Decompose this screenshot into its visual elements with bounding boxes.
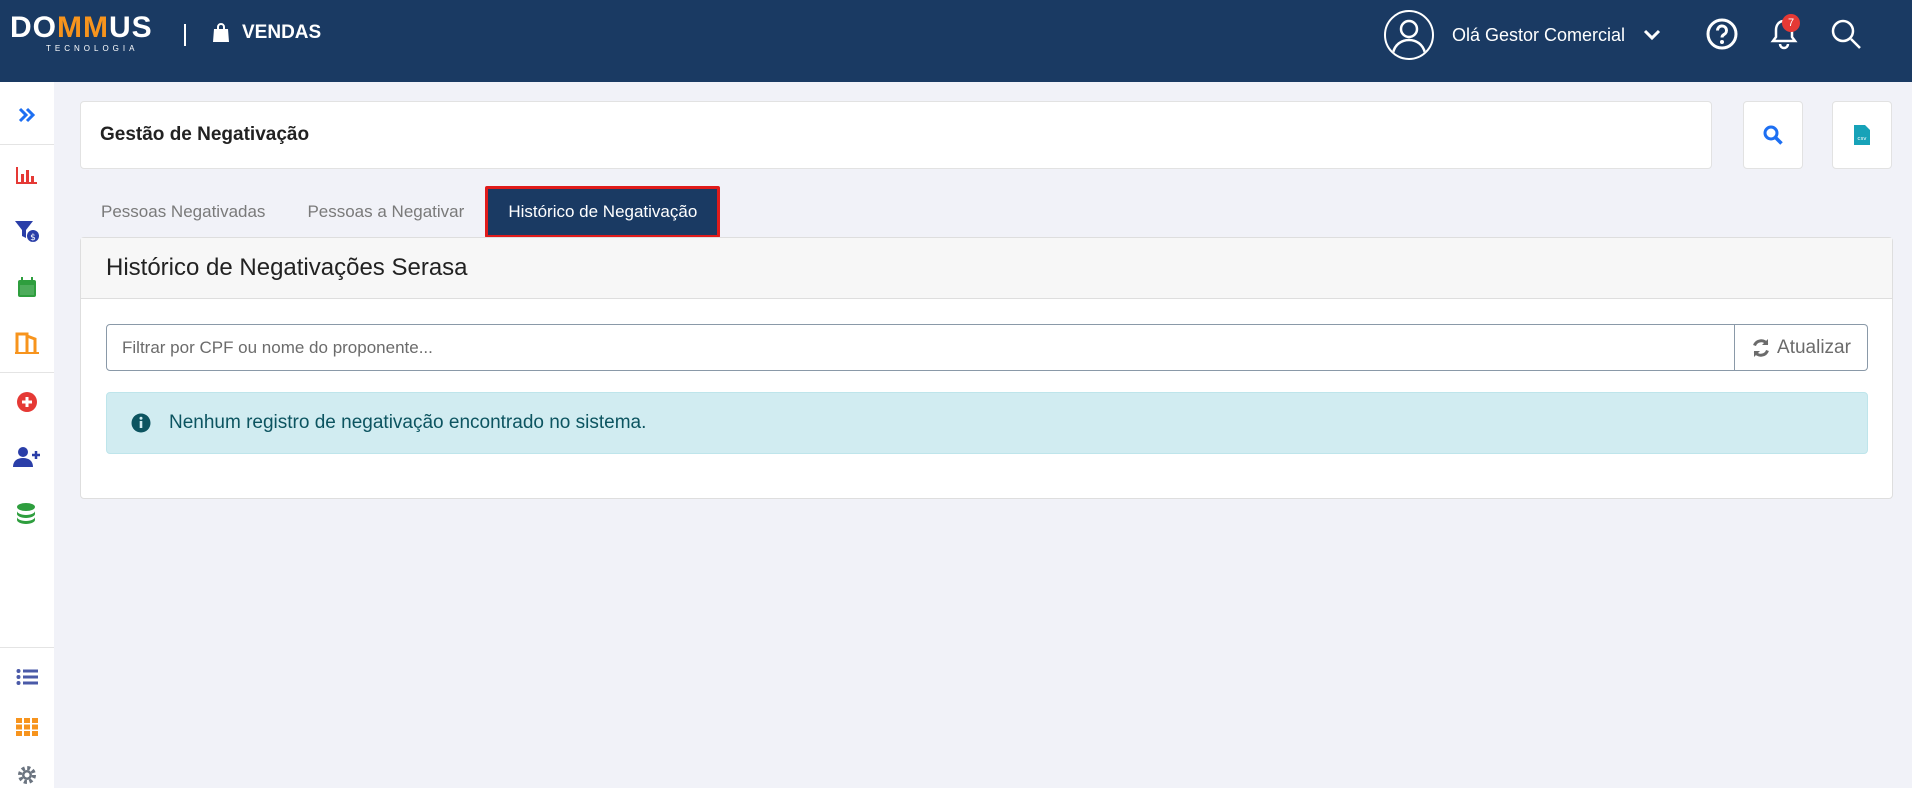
export-csv-button[interactable]: csv: [1832, 101, 1892, 169]
filter-money-icon: $: [15, 221, 39, 243]
search-icon: [1763, 125, 1783, 145]
filter-input[interactable]: [106, 324, 1735, 371]
top-bar: DOMMUS TECNOLOGIA VENDAS Olá Gestor Come…: [0, 0, 1912, 82]
user-greeting: Olá Gestor Comercial: [1452, 24, 1626, 45]
plus-circle-icon: [17, 392, 37, 412]
brand-name: DOMMUS: [10, 11, 153, 44]
sidebar-item-add-user[interactable]: [10, 440, 44, 474]
help-button[interactable]: [1704, 16, 1740, 52]
module-selector[interactable]: VENDAS: [212, 22, 321, 44]
csv-file-icon: csv: [1854, 125, 1870, 145]
sidebar: $: [0, 82, 54, 788]
double-chevron-right-icon: [18, 107, 36, 123]
shopping-bag-icon: [213, 23, 229, 42]
empty-state-message: Nenhum registro de negativação encontrad…: [169, 412, 647, 433]
question-circle-icon: [1706, 18, 1738, 50]
refresh-label: Atualizar: [1777, 336, 1851, 358]
sidebar-item-list[interactable]: [10, 660, 44, 694]
sidebar-expand-button[interactable]: [10, 98, 44, 132]
refresh-icon: [1753, 338, 1769, 357]
sidebar-item-exit[interactable]: [10, 326, 44, 360]
sidebar-divider: [0, 144, 54, 145]
page-title: Gestão de Negativação: [100, 124, 310, 145]
sidebar-divider: [0, 372, 54, 373]
panel-title: Histórico de Negativações Serasa: [81, 238, 1892, 299]
header-divider: [184, 24, 186, 46]
search-button[interactable]: [1743, 101, 1803, 169]
global-search-button[interactable]: [1828, 16, 1864, 52]
sidebar-item-finance[interactable]: [10, 496, 44, 530]
history-panel: Histórico de Negativações Serasa Atualiz…: [80, 237, 1893, 499]
tab-bar: Pessoas Negativadas Pessoas a Negativar …: [80, 186, 721, 238]
sidebar-item-apps[interactable]: [10, 710, 44, 744]
filter-bar: Atualizar: [106, 324, 1868, 371]
tab-historico-de-negativacao[interactable]: Histórico de Negativação: [485, 186, 721, 238]
notification-badge: 7: [1782, 14, 1800, 32]
sidebar-item-settings[interactable]: [10, 758, 44, 788]
search-icon: [1831, 19, 1861, 49]
sidebar-item-calendar[interactable]: [10, 270, 44, 304]
calendar-icon: [18, 277, 36, 297]
grid-icon: [16, 718, 38, 736]
tab-pessoas-negativadas[interactable]: Pessoas Negativadas: [80, 186, 286, 238]
chevron-down-icon: [1644, 29, 1661, 41]
refresh-button[interactable]: Atualizar: [1735, 324, 1868, 371]
bar-chart-icon: [16, 167, 37, 184]
brand-tagline: TECNOLOGIA: [46, 44, 139, 53]
tab-pessoas-a-negativar[interactable]: Pessoas a Negativar: [286, 186, 485, 238]
user-avatar-icon: [1384, 10, 1434, 60]
gear-icon: [18, 766, 36, 784]
sidebar-item-add[interactable]: [10, 385, 44, 419]
door-exit-icon: [15, 332, 39, 354]
notifications-button[interactable]: 7: [1766, 14, 1802, 52]
list-icon: [16, 669, 38, 685]
info-circle-icon: [131, 413, 151, 433]
svg-text:csv: csv: [1857, 136, 1867, 142]
svg-text:$: $: [30, 233, 36, 243]
sidebar-item-funnel[interactable]: $: [10, 214, 44, 248]
coins-stack-icon: [17, 503, 35, 524]
sidebar-divider: [0, 647, 54, 648]
user-plus-icon: [13, 447, 40, 467]
brand-logo[interactable]: DOMMUS TECNOLOGIA: [10, 12, 176, 60]
empty-state-alert: Nenhum registro de negativação encontrad…: [106, 392, 1868, 454]
user-menu[interactable]: Olá Gestor Comercial: [1384, 10, 1661, 60]
module-label: VENDAS: [242, 22, 322, 43]
sidebar-item-dashboard[interactable]: [10, 158, 44, 192]
page-header: Gestão de Negativação: [80, 101, 1712, 169]
